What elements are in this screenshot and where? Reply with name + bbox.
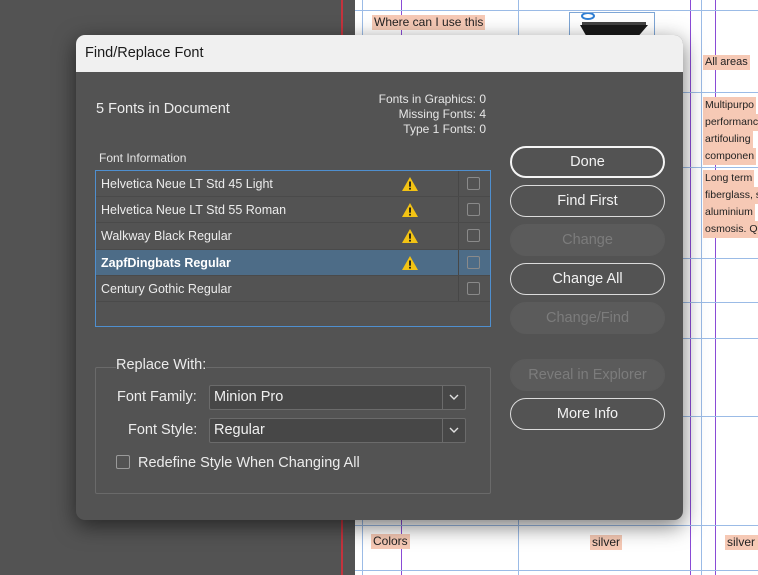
column-divider xyxy=(458,171,459,197)
font-row-checkbox[interactable] xyxy=(467,177,480,190)
font-name: Century Gothic Regular xyxy=(101,281,232,296)
font-stats: Fonts in Graphics: 0 Missing Fonts: 4 Ty… xyxy=(379,92,486,137)
reveal-in-explorer-button[interactable]: Reveal in Explorer xyxy=(510,359,665,391)
margin-guide xyxy=(715,0,716,575)
chevron-down-icon xyxy=(449,394,459,400)
guide-line xyxy=(701,0,702,575)
missing-fonts-count: Missing Fonts: 4 xyxy=(398,107,486,121)
table-cell-text: performanc xyxy=(703,114,758,131)
table-cell-text: Multipurpo xyxy=(703,97,757,114)
find-first-button[interactable]: Find First xyxy=(510,185,665,217)
table-cell-text: artifouling xyxy=(703,131,753,148)
replace-with-label: Replace With: xyxy=(116,357,207,373)
font-row-checkbox[interactable] xyxy=(467,229,480,243)
font-family-dropdown[interactable]: Minion Pro xyxy=(209,385,466,410)
table-cell-text: componen xyxy=(703,148,757,165)
column-divider xyxy=(458,197,459,223)
margin-guide xyxy=(690,0,691,575)
change-button[interactable]: Change xyxy=(510,224,665,256)
guide-line xyxy=(355,10,758,11)
change-all-button[interactable]: Change All xyxy=(510,263,665,295)
change-find-button[interactable]: Change/Find xyxy=(510,302,665,334)
table-cell-text: Where can I use this xyxy=(372,15,486,30)
font-information-label: Font Information xyxy=(99,151,187,165)
type1-fonts-count: Type 1 Fonts: 0 xyxy=(403,122,486,136)
done-button[interactable]: Done xyxy=(510,146,665,178)
guide-line xyxy=(355,525,758,526)
fonts-in-graphics-count: Fonts in Graphics: 0 xyxy=(378,92,486,106)
font-row-checkbox[interactable] xyxy=(467,255,480,269)
font-family-value: Minion Pro xyxy=(214,389,284,405)
warning-icon xyxy=(402,177,418,191)
fonts-in-document-summary: 5 Fonts in Document xyxy=(96,101,230,117)
redefine-style-option[interactable]: Redefine Style When Changing All xyxy=(116,455,360,471)
font-row[interactable]: Century Gothic Regular xyxy=(96,275,490,302)
font-row[interactable]: Helvetica Neue LT Std 55 Roman xyxy=(96,197,490,224)
redefine-style-label: Redefine Style When Changing All xyxy=(138,455,360,471)
font-row-selected[interactable]: ZapfDingbats Regular xyxy=(96,249,490,276)
column-divider xyxy=(458,223,459,249)
table-cell-text: Long term xyxy=(703,170,755,187)
table-cell-text: silver xyxy=(590,535,623,550)
warning-icon xyxy=(402,203,418,218)
table-cell-text: aluminium xyxy=(703,204,755,221)
chevron-down-icon xyxy=(449,427,459,433)
table-cell-text: Colors xyxy=(371,534,410,549)
table-cell-text: osmosis. Q xyxy=(703,221,758,238)
warning-icon xyxy=(402,255,418,270)
warning-icon xyxy=(402,229,418,244)
table-cell-text: fiberglass, s xyxy=(703,187,758,204)
dialog-title[interactable]: Find/Replace Font xyxy=(76,35,683,72)
font-row-checkbox[interactable] xyxy=(467,203,480,217)
column-divider xyxy=(458,249,459,275)
font-style-label: Font Style: xyxy=(128,422,198,438)
dropdown-divider xyxy=(442,386,443,409)
font-name: Helvetica Neue LT Std 55 Roman xyxy=(101,203,287,218)
table-cell-text: All areas xyxy=(703,55,750,70)
font-name: ZapfDingbats Regular xyxy=(101,255,231,270)
font-row[interactable]: Walkway Black Regular xyxy=(96,223,490,250)
font-list[interactable]: Helvetica Neue LT Std 45 Light Helvetica… xyxy=(95,170,491,327)
guide-line xyxy=(355,570,758,571)
redefine-style-checkbox[interactable] xyxy=(116,455,130,469)
font-style-dropdown[interactable]: Regular xyxy=(209,418,466,443)
font-family-label: Font Family: xyxy=(117,389,197,405)
font-name: Helvetica Neue LT Std 45 Light xyxy=(101,177,273,191)
column-divider xyxy=(458,275,459,301)
font-row[interactable]: Helvetica Neue LT Std 45 Light xyxy=(96,171,490,198)
font-style-value: Regular xyxy=(214,422,265,438)
dropdown-divider xyxy=(442,419,443,442)
find-replace-font-dialog: Find/Replace Font 5 Fonts in Document Fo… xyxy=(76,35,683,520)
font-name: Walkway Black Regular xyxy=(101,229,232,244)
font-row-checkbox[interactable] xyxy=(467,281,480,295)
table-cell-text: silver g xyxy=(725,535,758,550)
more-info-button[interactable]: More Info xyxy=(510,398,665,430)
